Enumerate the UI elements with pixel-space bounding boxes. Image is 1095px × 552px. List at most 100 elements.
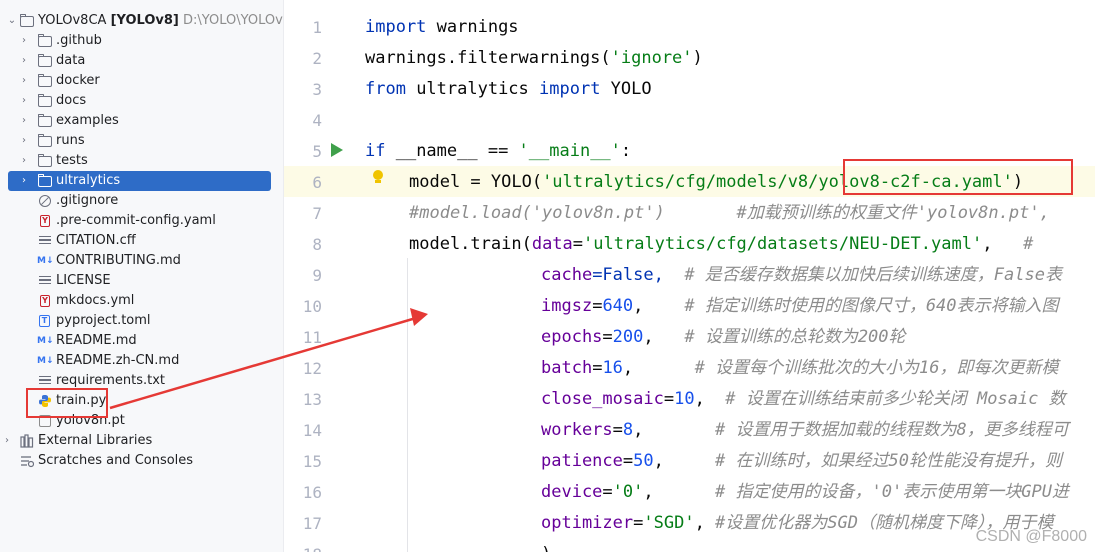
chevron-down-icon[interactable]: ⌄ — [6, 11, 18, 31]
yaml-file-icon: Y — [40, 215, 50, 227]
library-icon — [20, 434, 34, 448]
folder-icon — [38, 34, 52, 47]
tree-item-label: runs — [56, 133, 85, 148]
text-file-icon — [38, 374, 52, 388]
line-number: 8 — [312, 235, 322, 254]
folder-icon — [38, 94, 52, 107]
code-line-8: model.train(data='ultralytics/cfg/datase… — [409, 234, 1044, 254]
folder-icon — [38, 134, 52, 147]
project-tree: ⌄ YOLOv8CA [YOLOv8] D:\YOLO\YOLOv8 › .gi… — [0, 0, 284, 552]
tree-item-examples[interactable]: › examples — [0, 111, 283, 131]
tree-item-label: Scratches and Consoles — [38, 453, 194, 468]
tree-item-label: .pre-commit-config.yaml — [56, 213, 216, 228]
line-number: 16 — [302, 483, 322, 502]
tree-item-pyproject[interactable]: T pyproject.toml — [0, 311, 283, 331]
tree-item-label: External Libraries — [38, 433, 153, 448]
chevron-right-icon[interactable]: › — [18, 131, 30, 151]
run-gutter-icon[interactable] — [331, 143, 343, 157]
code-line-3: from ultralytics import YOLO — [365, 79, 652, 99]
scratches-icon — [20, 454, 35, 468]
tree-root-yolov8ca[interactable]: ⌄ YOLOv8CA [YOLOv8] D:\YOLO\YOLOv8 — [0, 11, 283, 31]
code-line-15: patience=50, # 在训练时，如果经过50轮性能没有提升，则 — [541, 451, 1062, 471]
tree-item-data[interactable]: › data — [0, 51, 283, 71]
tree-item-label: data — [56, 53, 86, 68]
tree-item-label: README.zh-CN.md — [56, 353, 180, 368]
ignore-file-icon — [39, 195, 51, 207]
tree-item-tests[interactable]: › tests — [0, 151, 283, 171]
yaml-file-icon: Y — [40, 295, 50, 307]
text-file-icon — [38, 234, 52, 248]
tree-item-mkdocs[interactable]: Y mkdocs.yml — [0, 291, 283, 311]
chevron-right-icon[interactable]: › — [18, 51, 30, 71]
tree-item-label: .github — [56, 33, 102, 48]
markdown-file-icon: M↓ — [37, 256, 54, 266]
train-py-highlight-box — [26, 388, 108, 418]
line-number: 5 — [312, 142, 322, 161]
lightbulb-icon[interactable] — [372, 170, 384, 184]
tree-item-github[interactable]: › .github — [0, 31, 283, 51]
folder-icon — [38, 54, 52, 67]
tree-item-citation[interactable]: CITATION.cff — [0, 231, 283, 251]
tree-item-ultralytics[interactable]: › ultralytics — [0, 171, 283, 191]
line-number: 4 — [312, 111, 322, 130]
yaml-highlight-box — [843, 159, 1073, 195]
code-line-12: batch=16, # 设置每个训练批次的大小为16，即每次更新模 — [541, 358, 1059, 378]
code-line-13: close_mosaic=10, # 设置在训练结束前多少轮关闭 Mosaic … — [541, 389, 1066, 409]
line-number: 10 — [302, 297, 322, 316]
tree-item-readme[interactable]: M↓ README.md — [0, 331, 283, 351]
tree-item-license[interactable]: LICENSE — [0, 271, 283, 291]
tree-item-gitignore[interactable]: .gitignore — [0, 191, 283, 211]
tree-item-label: docs — [56, 93, 87, 108]
tree-item-docs[interactable]: › docs — [0, 91, 283, 111]
code-line-5: if __name__ == '__main__': — [365, 141, 632, 161]
code-editor[interactable]: 1 2 3 4 5 6 7 8 9 10 11 12 13 14 15 16 1… — [284, 0, 1095, 552]
indent-guide — [407, 258, 408, 552]
tree-item-label: tests — [56, 153, 88, 168]
line-number: 9 — [312, 266, 322, 285]
code-line-11: epochs=200, # 设置训练的总轮数为200轮 — [541, 327, 906, 347]
folder-icon — [20, 14, 34, 27]
code-line-10: imgsz=640, # 指定训练时使用的图像尺寸，640表示将输入图 — [541, 296, 1059, 316]
folder-icon — [38, 114, 52, 127]
line-number: 2 — [312, 49, 322, 68]
tree-scratches[interactable]: Scratches and Consoles — [0, 451, 283, 471]
tree-item-label: CITATION.cff — [56, 233, 136, 248]
code-line-9: cache=False, # 是否缓存数据集以加快后续训练速度，False表 — [541, 265, 1062, 285]
chevron-right-icon[interactable]: › — [1, 431, 13, 451]
chevron-right-icon[interactable]: › — [18, 111, 30, 131]
chevron-right-icon[interactable]: › — [18, 91, 30, 111]
line-number: 14 — [302, 421, 322, 440]
tree-item-contributing[interactable]: M↓ CONTRIBUTING.md — [0, 251, 283, 271]
package-folder-icon — [38, 174, 52, 187]
watermark: CSDN @F8000 — [975, 528, 1087, 545]
code-line-14: workers=8, # 设置用于数据加载的线程数为8，更多线程可 — [541, 420, 1069, 440]
chevron-right-icon[interactable]: › — [18, 31, 30, 51]
line-number: 1 — [312, 18, 322, 37]
line-number: 12 — [302, 359, 322, 378]
chevron-right-icon[interactable]: › — [18, 171, 30, 191]
line-number: 7 — [312, 204, 322, 223]
tree-item-label: CONTRIBUTING.md — [56, 253, 181, 268]
tree-item-readme-zh[interactable]: M↓ README.zh-CN.md — [0, 351, 283, 371]
tree-item-runs[interactable]: › runs — [0, 131, 283, 151]
text-file-icon — [38, 274, 52, 288]
tree-item-docker[interactable]: › docker — [0, 71, 283, 91]
markdown-file-icon: M↓ — [37, 356, 54, 366]
markdown-file-icon: M↓ — [37, 336, 54, 346]
folder-icon — [38, 154, 52, 167]
chevron-right-icon[interactable]: › — [18, 71, 30, 91]
tree-item-label: .gitignore — [56, 193, 119, 208]
code-line-1: import warnings — [365, 17, 519, 37]
code-line-7: #model.load('yolov8n.pt') #加载预训练的权重文件'yo… — [409, 203, 1061, 223]
root-name: YOLOv8CA — [38, 13, 107, 28]
line-number: 15 — [302, 452, 322, 471]
tree-item-pre-commit-config[interactable]: Y .pre-commit-config.yaml — [0, 211, 283, 231]
tree-item-label: pyproject.toml — [56, 313, 151, 328]
line-number: 18 — [284, 539, 322, 552]
tree-item-label: examples — [56, 113, 119, 128]
line-number: 6 — [312, 173, 322, 192]
tree-item-label: docker — [56, 73, 100, 88]
code-line-16: device='0', # 指定使用的设备，'0'表示使用第一块GPU进 — [541, 482, 1069, 502]
tree-external-libraries[interactable]: › External Libraries — [0, 431, 283, 451]
chevron-right-icon[interactable]: › — [18, 151, 30, 171]
